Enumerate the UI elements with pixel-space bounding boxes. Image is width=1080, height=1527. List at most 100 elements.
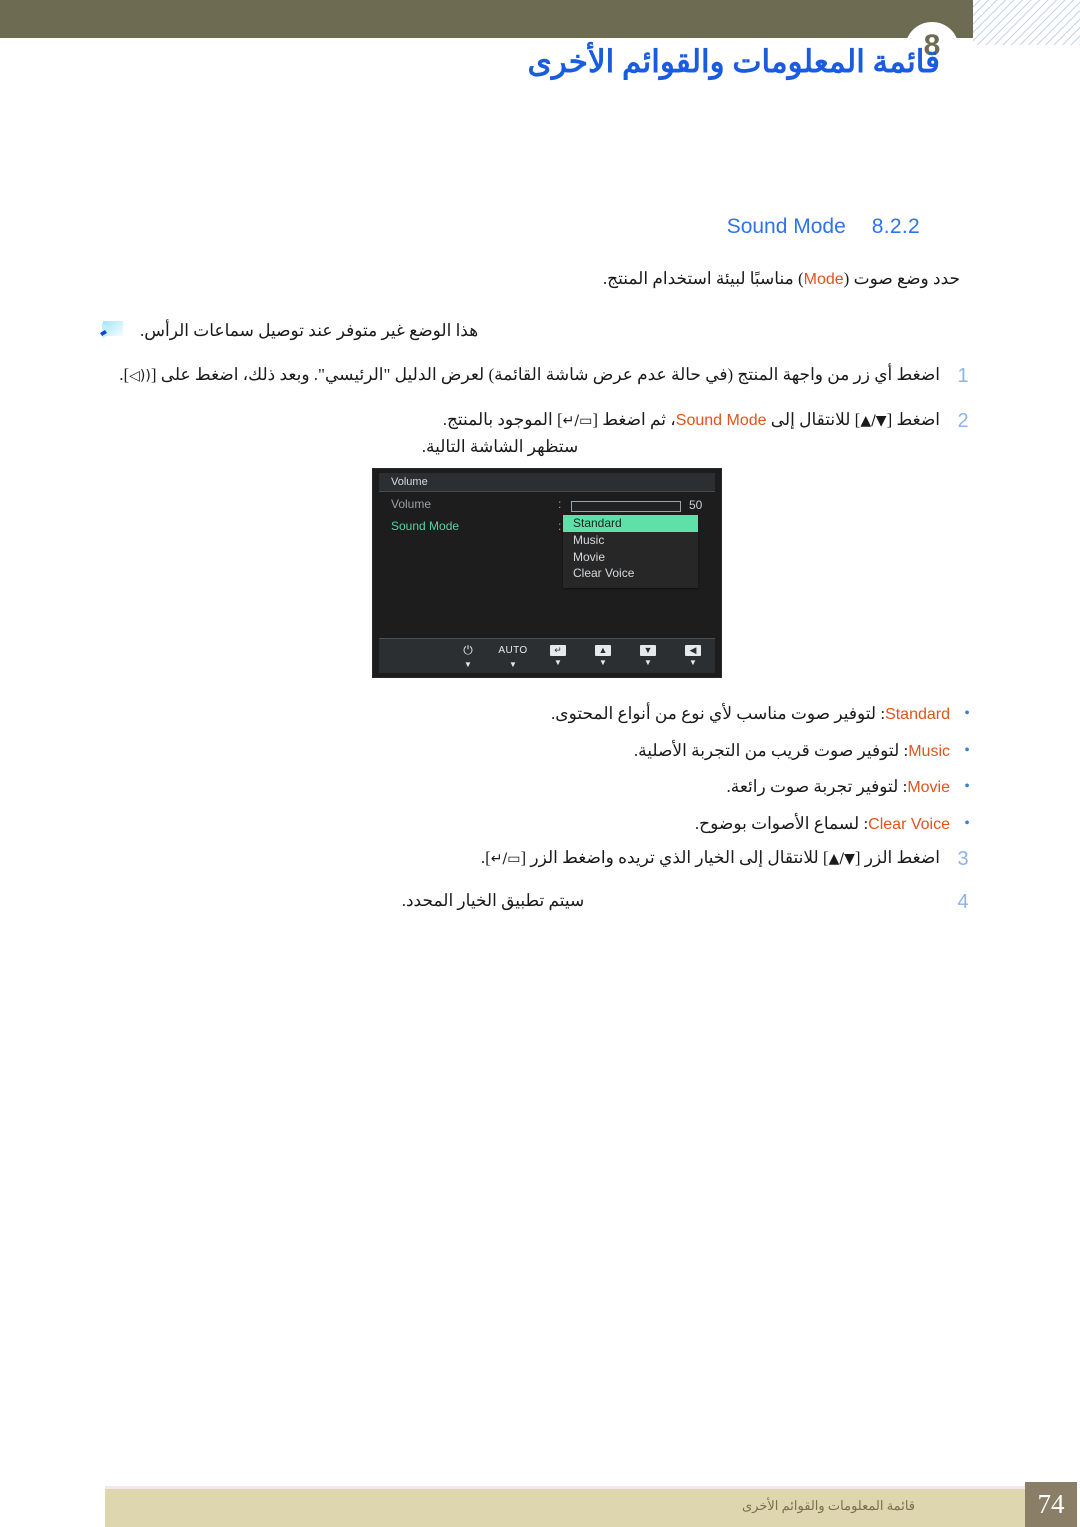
section-number: 8.2.2 (871, 215, 920, 238)
bullet-desc: : لتوفير صوت مناسب لأي نوع من أنواع المح… (551, 704, 886, 723)
osd-label-volume: Volume (391, 497, 432, 511)
page-number-box: 74 (1025, 1482, 1077, 1527)
footer-chapter-title: قائمة المعلومات والقوائم الأخرى (741, 1498, 915, 1513)
back-arrow-icon: ◀ (685, 645, 701, 656)
updown-key-icon: ▲/▼ (828, 851, 855, 867)
osd-auto-button[interactable]: AUTO ▼ (498, 644, 528, 669)
bullet-term: Music (908, 742, 950, 760)
step-item: 4 سيتم تطبيق الخيار المحدد. (100, 888, 980, 917)
osd-bottom-toolbar: ⏻ ▼ AUTO ▼ ↵ ▼ ▲ ▼ ▼ ▼ ◀ ▼ (379, 638, 715, 673)
page-footer: قائمة المعلومات والقوائم الأخرى (105, 1489, 1025, 1527)
step-number: 4 (957, 891, 969, 913)
step1-text-a: اضغط أي زر من واجهة المنتج (في حالة عدم … (150, 365, 940, 384)
bullet-dot-icon: • (964, 814, 970, 832)
steps-list-top: 1 اضغط أي زر من واجهة المنتج (في حالة عد… (100, 362, 980, 476)
bullet-desc: : لتوفير صوت قريب من التجربة الأصلية. (633, 740, 909, 760)
intro-highlight-term: Mode (803, 271, 844, 288)
osd-down-button[interactable]: ▼ ▼ (634, 645, 662, 667)
caret-down-icon: ▼ (689, 658, 697, 667)
enter-key-icon: ↵/▭ (562, 413, 593, 429)
up-arrow-icon: ▲ (595, 645, 611, 656)
osd-option-music[interactable]: Music (563, 532, 698, 549)
bullet-dot-icon: • (964, 705, 970, 722)
osd-colon: : (558, 497, 562, 511)
list-item: • Movie: لتوفير تجربة صوت رائعة. (100, 773, 980, 801)
page-title: قائمة المعلومات والقوائم الأخرى (527, 44, 940, 79)
bullet-term: Clear Voice (868, 815, 950, 833)
caret-down-icon: ▼ (464, 659, 472, 669)
header-olive-bar (0, 0, 973, 38)
step-number: 3 (957, 848, 969, 870)
enter-icon: ↵ (550, 645, 566, 656)
caret-down-icon: ▼ (509, 659, 517, 669)
page-header: 8 قائمة المعلومات والقوائم الأخرى (0, 0, 1080, 120)
sound-mode-options-list: • Standard: لتوفير صوت مناسب لأي نوع من … (100, 700, 980, 846)
updown-key-icon: ▲/▼ (860, 413, 887, 429)
list-item: • Clear Voice: لسماع الأصوات بوضوح. (100, 810, 980, 838)
osd-power-button[interactable]: ⏻ ▼ (454, 644, 482, 669)
step-text: اضغط الزر [▲/▼] للانتقال إلى الخيار الذي… (100, 845, 946, 871)
note-pencil-icon (100, 319, 126, 341)
caret-down-icon: ▼ (599, 658, 607, 667)
step2-text-a: اضغط [ (886, 410, 940, 429)
step2-text-c: ، ثم اضغط [ (592, 410, 676, 429)
auto-label: AUTO (498, 645, 528, 656)
intro-text-after: ) مناسبًا لبيئة استخدام المنتج. (602, 269, 804, 288)
power-icon: ⏻ (463, 643, 473, 657)
step-item: 2 اضغط [▲/▼] للانتقال إلى Sound Mode، ثم… (100, 407, 980, 460)
osd-up-button[interactable]: ▲ ▼ (589, 645, 617, 667)
steps-list-bottom: 3 اضغط الزر [▲/▼] للانتقال إلى الخيار ال… (100, 845, 980, 931)
osd-window-title: Volume (379, 473, 715, 492)
step-text: اضغط [▲/▼] للانتقال إلى Sound Mode، ثم ا… (100, 407, 946, 460)
down-arrow-icon: ▼ (640, 645, 656, 656)
step-text: سيتم تطبيق الخيار المحدد. (401, 891, 585, 910)
osd-option-movie[interactable]: Movie (563, 549, 698, 566)
step-item: 3 اضغط الزر [▲/▼] للانتقال إلى الخيار ال… (100, 845, 980, 874)
list-item: • Music: لتوفير صوت قريب من التجربة الأص… (100, 737, 980, 765)
osd-option-standard[interactable]: Standard (563, 515, 698, 532)
bullet-text: Clear Voice: لسماع الأصوات بوضوح. (100, 810, 954, 838)
osd-option-clear-voice[interactable]: Clear Voice (563, 565, 698, 582)
step2-text-d: ] الموجود بالمنتج. (442, 410, 563, 429)
osd-volume-value: 50 (689, 498, 703, 512)
step2-highlight-term: Sound Mode (675, 412, 767, 429)
bullet-dot-icon: • (964, 778, 970, 796)
step3-text-b: ] للانتقال إلى الخيار الذي تريده واضغط ا… (520, 848, 829, 867)
step2-text-b: ] للانتقال إلى (766, 410, 861, 429)
osd-label-sound-mode: Sound Mode (391, 519, 460, 533)
step-number: 1 (957, 365, 969, 387)
osd-sound-mode-dropdown[interactable]: Standard Music Movie Clear Voice (563, 515, 698, 589)
bullet-desc: : لسماع الأصوات بوضوح. (694, 813, 869, 833)
step-text: اضغط أي زر من واجهة المنتج (في حالة عدم … (100, 362, 946, 388)
list-item: • Standard: لتوفير صوت مناسب لأي نوع من … (100, 700, 980, 728)
step-item: 1 اضغط أي زر من واجهة المنتج (في حالة عد… (100, 362, 980, 391)
osd-colon: : (558, 519, 562, 533)
step3-text-c: ]. (480, 848, 491, 867)
caret-down-icon: ▼ (644, 658, 652, 667)
step3-text-a: اضغط الزر [ (854, 848, 940, 867)
note-text: هذا الوضع غير متوفر عند توصيل سماعات الر… (140, 320, 479, 340)
bullet-text: Standard: لتوفير صوت مناسب لأي نوع من أن… (100, 700, 954, 728)
osd-volume-slider[interactable] (571, 501, 681, 512)
bullet-term: Standard (885, 706, 950, 723)
section-heading: 8.2.2 Sound Mode (727, 215, 920, 239)
section-name: Sound Mode (726, 215, 846, 238)
header-hatch-pattern (973, 0, 1080, 45)
bullet-text: Movie: لتوفير تجربة صوت رائعة. (100, 773, 954, 801)
note-block: هذا الوضع غير متوفر عند توصيل سماعات الر… (100, 317, 980, 344)
volume-key-icon: ◁)) (129, 368, 151, 384)
osd-enter-button[interactable]: ↵ ▼ (544, 645, 572, 667)
intro-paragraph: حدد وضع صوت (Mode) مناسبًا لبيئة استخدام… (100, 265, 980, 293)
bullet-dot-icon: • (964, 741, 970, 759)
bullet-desc: : لتوفير تجربة صوت رائعة. (726, 777, 908, 797)
bullet-text: Music: لتوفير صوت قريب من التجربة الأصلي… (100, 737, 954, 765)
step2-subtext: ستظهر الشاشة التالية. (421, 436, 579, 456)
osd-screenshot: Volume Volume : 50 Sound Mode : Standard… (372, 468, 722, 678)
page-number: 74 (1037, 1489, 1065, 1519)
caret-down-icon: ▼ (554, 658, 562, 667)
osd-back-button[interactable]: ◀ ▼ (679, 645, 707, 667)
bullet-term: Movie (907, 779, 950, 797)
step1-text-b: ]. (119, 365, 130, 384)
step-number: 2 (957, 410, 969, 432)
intro-block: حدد وضع صوت (Mode) مناسبًا لبيئة استخدام… (100, 265, 980, 344)
